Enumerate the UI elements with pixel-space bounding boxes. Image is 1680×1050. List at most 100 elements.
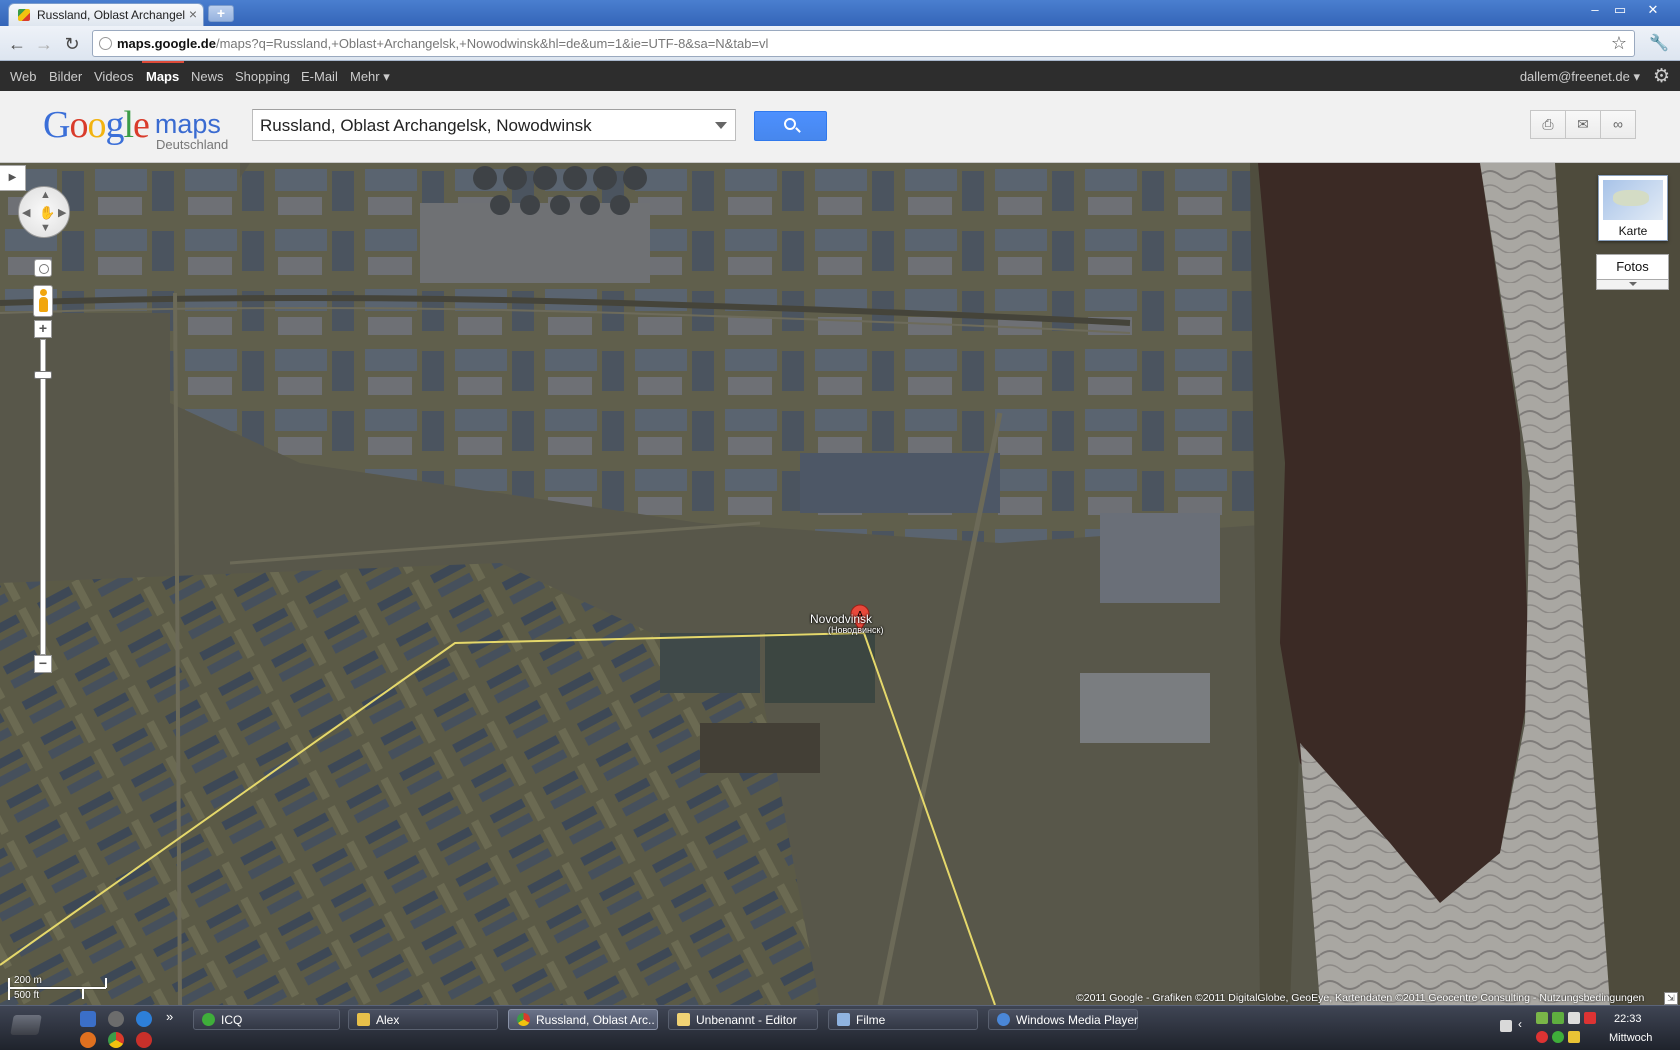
search-input[interactable]: Russland, Oblast Archangelsk, Nowodwinsk [252,109,736,141]
media-icon[interactable] [108,1011,124,1027]
email-button[interactable]: ✉ [1565,110,1601,139]
tray-antivirus-icon[interactable] [1536,1031,1548,1043]
link-icon: ∞ [1613,116,1623,132]
rotate-reset-button[interactable] [34,259,52,277]
tray-icq-icon[interactable] [1552,1031,1564,1043]
side-panel-toggle[interactable]: ▶ [0,165,26,191]
folder-icon [837,1013,850,1026]
browser-tab-active[interactable]: Russland, Oblast Archangel × [8,3,204,26]
map-type-label: Karte [1618,224,1648,238]
pan-right-icon[interactable]: ▶ [58,206,66,219]
chrome-icon[interactable] [108,1032,124,1048]
gbar-web[interactable]: Web [10,69,37,84]
logo-google: Google [43,104,150,146]
forward-arrow-icon[interactable]: → [33,33,55,55]
logo-letter: l [123,104,134,146]
opera-icon[interactable] [136,1032,152,1048]
marker-label[interactable]: Novodvinsk [810,612,872,626]
print-button[interactable]: ⎙ [1530,110,1566,139]
internet-explorer-icon[interactable] [136,1011,152,1027]
pan-control[interactable]: ▲ ▼ ◀ ▶ ✋ [18,186,70,238]
task-alex-folder[interactable]: Alex [348,1009,498,1030]
bookmark-star-icon[interactable]: ☆ [1611,33,1627,54]
browser-title-bar: Russland, Oblast Archangel × + – ▭ ✕ [0,0,1680,26]
tray-monitor-icon[interactable] [1568,1012,1580,1024]
zoom-slider-track[interactable] [40,339,46,655]
search-query-text: Russland, Oblast Archangelsk, Nowodwinsk [260,116,592,135]
wrench-icon[interactable]: 🔧 [1648,33,1670,55]
url-text: maps.google.de/maps?q=Russland,+Oblast+A… [117,36,768,51]
link-button[interactable]: ∞ [1600,110,1636,139]
user-account-menu[interactable]: dallem@freenet.de ▾ [1520,69,1640,85]
logo-letter: e [133,104,150,146]
quicklaunch-overflow-icon[interactable]: » [166,1009,173,1024]
page-info-icon[interactable] [99,37,112,50]
tray-expand-icon[interactable]: ‹ [1518,1017,1522,1031]
fotos-layer-button[interactable]: Fotos [1596,254,1669,280]
back-arrow-icon[interactable]: ← [6,33,28,55]
gear-icon[interactable]: ⚙ [1653,65,1670,88]
url-path: /maps?q=Russland,+Oblast+Archangelsk,+No… [215,36,769,51]
map-canvas[interactable]: ▶ ▲ ▼ ◀ ▶ ✋ + − Karte Fotos A Novodvinsk… [0,163,1680,1005]
task-media-player[interactable]: Windows Media Player [988,1009,1138,1030]
chrome-task-icon [517,1013,530,1026]
folder-icon [357,1013,370,1026]
gbar-mehr[interactable]: Mehr ▾ [350,69,390,85]
reload-icon[interactable]: ↻ [61,33,83,55]
new-tab-button[interactable]: + [208,5,234,22]
weekday: Mittwoch [1609,1032,1653,1044]
scale-metric: 200 m [14,975,42,986]
pan-up-icon[interactable]: ▲ [40,189,51,201]
pan-down-icon[interactable]: ▼ [40,222,51,234]
tray-person-icon[interactable] [1568,1031,1580,1043]
tab-close-icon[interactable]: × [189,6,197,22]
task-label: Unbenannt - Editor [696,1013,797,1027]
pan-left-icon[interactable]: ◀ [22,206,30,219]
tray-signal-icon[interactable] [1552,1012,1564,1024]
gbar-videos[interactable]: Videos [94,69,134,84]
gbar-news[interactable]: News [191,69,224,84]
task-label: Russland, Oblast Arc... [536,1013,654,1027]
address-bar[interactable]: maps.google.de/maps?q=Russland,+Oblast+A… [92,30,1635,57]
task-filme-folder[interactable]: Filme [828,1009,978,1030]
zoom-slider-handle[interactable] [34,371,52,379]
pegman-icon[interactable] [33,285,53,317]
task-label: Alex [376,1013,400,1027]
tab-title: Russland, Oblast Archangel [37,8,185,22]
map-resize-icon[interactable]: ⇲ [1664,992,1678,1005]
task-icq[interactable]: ICQ [193,1009,340,1030]
start-button[interactable] [10,1015,42,1035]
tray-doc-icon[interactable] [1500,1020,1512,1032]
layers-expand-icon[interactable] [1596,280,1669,290]
gbar-bilder[interactable]: Bilder [49,69,82,84]
search-button[interactable] [754,111,827,141]
logo-letter: g [105,104,124,146]
task-label: Filme [856,1013,886,1027]
scale-bar: 200 m 500 ft [8,975,108,1003]
gbar-shopping[interactable]: Shopping [235,69,290,84]
map-copyright[interactable]: ©2011 Google - Grafiken ©2011 DigitalGlo… [1076,992,1644,1004]
tray-network-icon[interactable] [1536,1012,1548,1024]
tray-warning-icon[interactable] [1584,1012,1596,1024]
restore-window-button[interactable]: ▭ [1609,2,1631,19]
zoom-in-button[interactable]: + [34,320,52,338]
maps-header: Google maps Deutschland Russland, Oblast … [0,91,1680,163]
search-dropdown-icon[interactable] [715,122,727,129]
gbar-email[interactable]: E-Mail [301,69,338,84]
task-editor[interactable]: Unbenannt - Editor [668,1009,818,1030]
close-window-button[interactable]: ✕ [1642,2,1664,19]
zoom-out-button[interactable]: − [34,655,52,673]
google-bar: Web Bilder Videos Maps News Shopping E-M… [0,61,1680,91]
gbar-maps[interactable]: Maps [146,69,179,84]
google-maps-favicon-icon [18,9,30,21]
hand-icon: ✋ [39,205,56,220]
firefox-icon[interactable] [80,1032,96,1048]
scale-imperial: 500 ft [14,990,40,1001]
clock[interactable]: 22:33 [1614,1013,1642,1025]
task-chrome-maps[interactable]: Russland, Oblast Arc... [508,1009,658,1030]
show-desktop-icon[interactable] [80,1011,96,1027]
logo-country: Deutschland [156,137,229,152]
minimize-window-button[interactable]: – [1584,2,1606,19]
map-type-karte-button[interactable]: Karte [1598,175,1668,241]
logo-letter: o [69,104,88,146]
